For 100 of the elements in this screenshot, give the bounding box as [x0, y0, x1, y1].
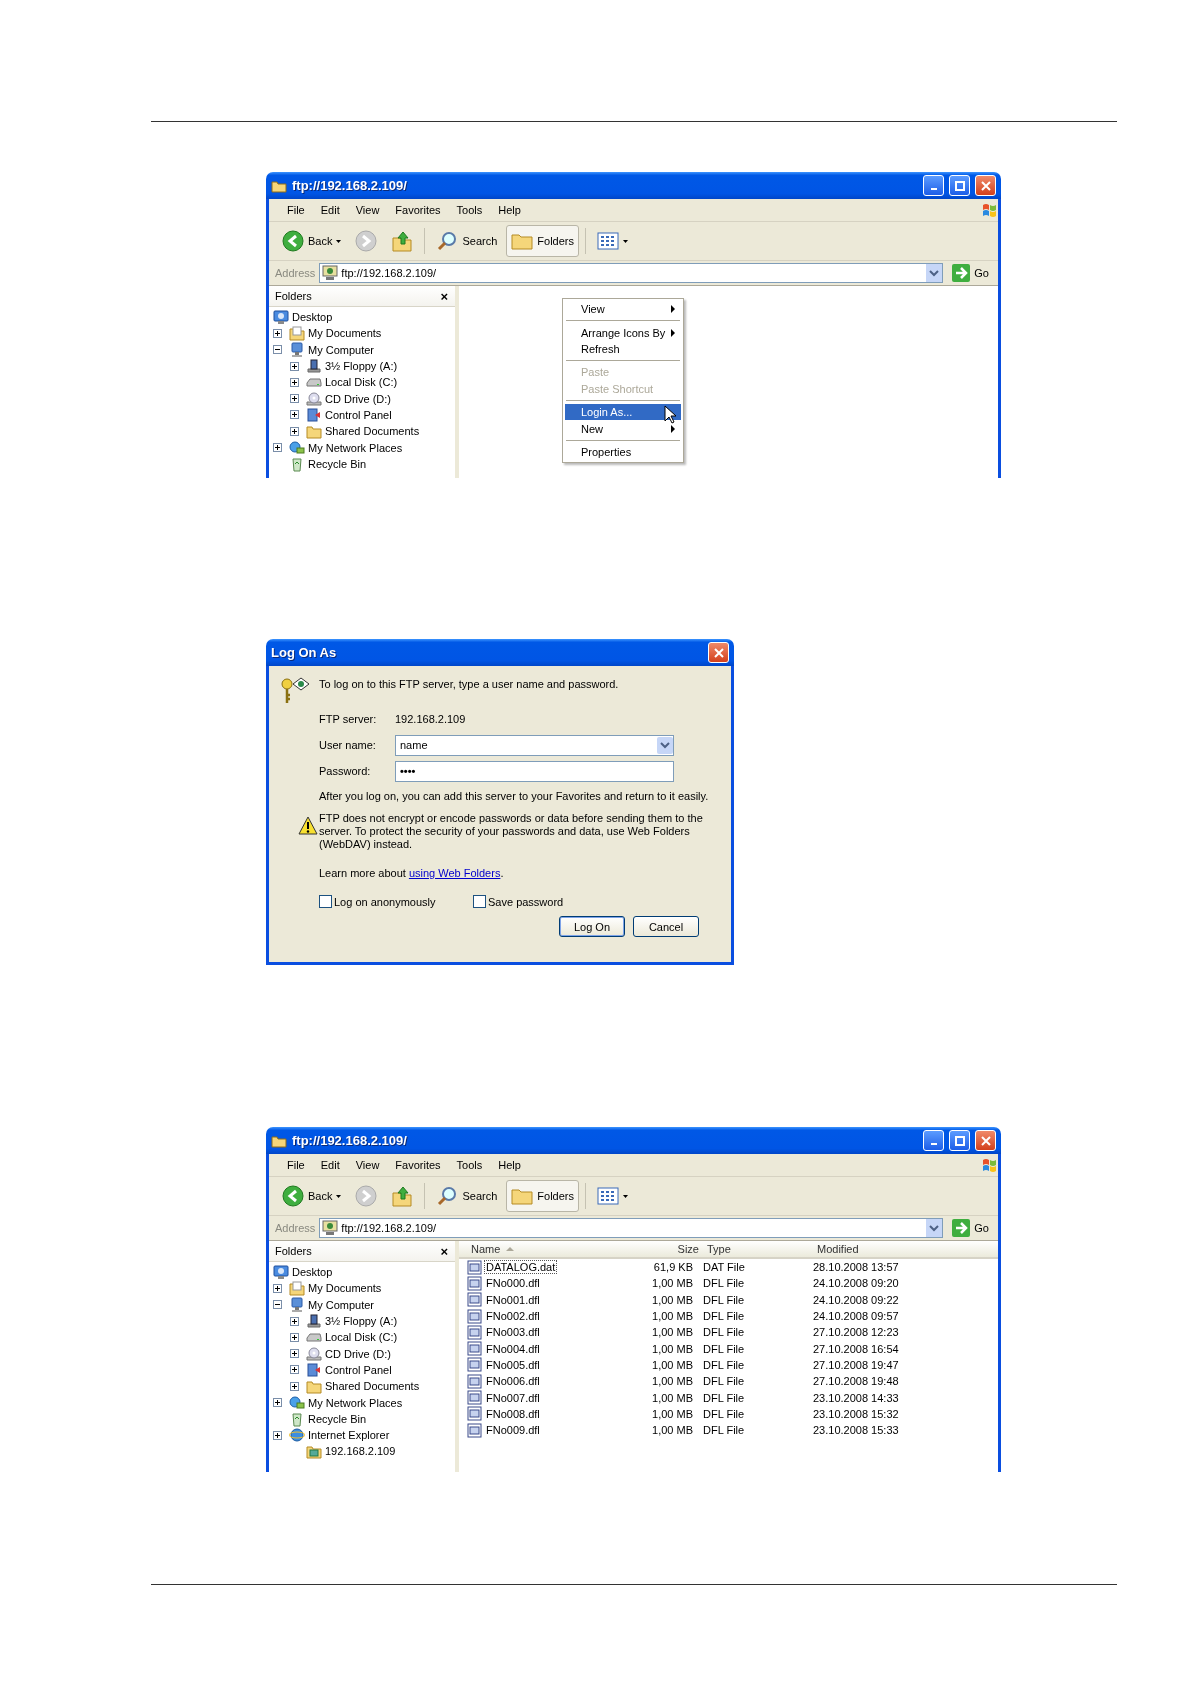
expand-toggle-icon[interactable] — [290, 1332, 299, 1342]
back-button[interactable]: Back — [277, 225, 347, 257]
tree-item[interactable]: 3½ Floppy (A:) — [325, 1315, 398, 1328]
close-pane-button[interactable]: × — [439, 1242, 449, 1260]
expand-toggle-icon[interactable] — [290, 410, 299, 420]
name-column-header[interactable]: Name — [467, 1241, 643, 1257]
tree-item[interactable]: My Computer — [308, 1298, 375, 1311]
menu-item[interactable]: Edit — [312, 202, 348, 218]
folders-button[interactable]: Folders — [506, 225, 579, 257]
file-name[interactable]: FNo001.dfl — [484, 1292, 542, 1307]
expand-toggle-icon[interactable] — [290, 1381, 299, 1391]
collapse-toggle-icon[interactable] — [273, 1300, 282, 1310]
menu-item[interactable]: Tools — [448, 1157, 491, 1173]
search-button[interactable]: Search — [431, 225, 503, 257]
maximize-button[interactable] — [949, 1130, 970, 1151]
dialog-button[interactable]: Log On — [559, 916, 625, 937]
close-pane-button[interactable]: × — [439, 287, 449, 305]
tree-item[interactable]: Recycle Bin — [308, 1412, 367, 1425]
expand-toggle-icon[interactable] — [290, 377, 299, 387]
checkbox[interactable] — [473, 895, 486, 908]
expand-toggle-icon[interactable] — [290, 394, 299, 404]
address-field[interactable]: ftp://192.168.2.109/ — [319, 263, 944, 283]
tree-item[interactable]: My Documents — [308, 1282, 382, 1295]
menu-item[interactable]: File — [279, 202, 313, 218]
menu-item[interactable]: View — [347, 202, 388, 218]
menu-item[interactable]: Tools — [448, 202, 491, 218]
tree-item[interactable]: My Network Places — [308, 1396, 403, 1409]
tree-item[interactable]: 3½ Floppy (A:) — [325, 360, 398, 373]
checkbox[interactable] — [319, 895, 332, 908]
back-button[interactable]: Back — [277, 1180, 347, 1212]
tree-item[interactable]: My Network Places — [308, 441, 403, 454]
expand-toggle-icon[interactable] — [290, 361, 299, 371]
menu-item[interactable]: Edit — [312, 1157, 348, 1173]
go-button[interactable]: Go — [947, 1218, 994, 1238]
tree-item[interactable]: 192.168.2.109 — [325, 1445, 396, 1458]
file-name[interactable]: FNo002.dfl — [484, 1309, 542, 1324]
address-field[interactable]: ftp://192.168.2.109/ — [319, 1218, 944, 1238]
close-button[interactable] — [975, 175, 996, 196]
tree-item[interactable]: Shared Documents — [325, 425, 420, 438]
close-button[interactable] — [975, 1130, 996, 1151]
file-name[interactable]: FNo000.dfl — [484, 1276, 542, 1291]
folders-button[interactable]: Folders — [506, 1180, 579, 1212]
menu-item[interactable]: Properties — [565, 443, 681, 461]
tree-item[interactable]: CD Drive (D:) — [325, 392, 391, 405]
tree-item[interactable]: Desktop — [292, 1266, 333, 1279]
expand-toggle-icon[interactable] — [290, 1349, 299, 1359]
menu-item[interactable]: View — [347, 1157, 388, 1173]
checkbox-label[interactable]: Save password — [488, 895, 564, 908]
collapse-toggle-icon[interactable] — [273, 345, 282, 355]
address-label: Address — [275, 1222, 316, 1234]
expand-toggle-icon[interactable] — [290, 1365, 299, 1375]
file-name[interactable]: FNo007.dfl — [484, 1390, 542, 1405]
expand-toggle-icon[interactable] — [273, 1398, 282, 1407]
menu-item[interactable]: Help — [490, 1157, 529, 1173]
menu-item[interactable]: Favorites — [387, 1157, 449, 1173]
menu-item[interactable]: Favorites — [387, 202, 449, 218]
file-name[interactable]: FNo005.dfl — [484, 1357, 542, 1372]
expand-toggle-icon[interactable] — [273, 1283, 282, 1293]
minimize-button[interactable] — [923, 175, 944, 196]
username-combo[interactable]: name — [395, 734, 674, 756]
menu-item[interactable]: View — [565, 301, 681, 318]
type-column-header[interactable]: Type — [703, 1241, 813, 1257]
tree-item[interactable]: My Documents — [308, 327, 382, 340]
menu-item[interactable]: Arrange Icons By — [565, 324, 681, 341]
tree-item[interactable]: Shared Documents — [325, 1380, 420, 1393]
tree-item[interactable]: Desktop — [292, 311, 333, 324]
file-name[interactable]: FNo004.dfl — [484, 1341, 542, 1356]
menu-item[interactable]: Refresh — [565, 340, 681, 358]
file-name[interactable]: FNo008.dfl — [484, 1406, 542, 1421]
menu-item[interactable]: Login As... — [565, 403, 681, 421]
dialog-button[interactable]: Cancel — [633, 916, 699, 937]
tree-item[interactable]: My Computer — [308, 343, 375, 356]
menu-item[interactable]: File — [279, 1157, 313, 1173]
menu-item[interactable]: New — [565, 420, 681, 437]
file-name[interactable]: FNo003.dfl — [484, 1325, 542, 1340]
file-name[interactable]: DATALOG.dat — [484, 1260, 558, 1275]
tree-item[interactable]: Local Disk (C:) — [325, 1331, 398, 1344]
go-button[interactable]: Go — [947, 263, 994, 283]
expand-toggle-icon[interactable] — [273, 443, 282, 452]
tree-item[interactable]: Control Panel — [325, 408, 392, 421]
modified-column-header[interactable]: Modified — [813, 1241, 963, 1257]
tree-item[interactable]: Internet Explorer — [308, 1429, 390, 1442]
password-field[interactable]: •••• — [395, 760, 674, 782]
tree-item[interactable]: Control Panel — [325, 1363, 392, 1376]
close-button[interactable] — [708, 642, 729, 663]
expand-toggle-icon[interactable] — [273, 328, 282, 338]
expand-toggle-icon[interactable] — [290, 426, 299, 436]
minimize-button[interactable] — [923, 1130, 944, 1151]
maximize-button[interactable] — [949, 175, 970, 196]
menu-item[interactable]: Help — [490, 202, 529, 218]
checkbox-label[interactable]: Log on anonymously — [334, 895, 436, 908]
expand-toggle-icon[interactable] — [273, 1430, 282, 1440]
expand-toggle-icon[interactable] — [290, 1316, 299, 1326]
size-column-header[interactable]: Size — [643, 1241, 703, 1257]
search-button[interactable]: Search — [431, 1180, 503, 1212]
file-name[interactable]: FNo009.dfl — [484, 1423, 542, 1438]
tree-item[interactable]: CD Drive (D:) — [325, 1347, 391, 1360]
tree-item[interactable]: Local Disk (C:) — [325, 376, 398, 389]
tree-item[interactable]: Recycle Bin — [308, 457, 367, 470]
file-name[interactable]: FNo006.dfl — [484, 1374, 542, 1389]
